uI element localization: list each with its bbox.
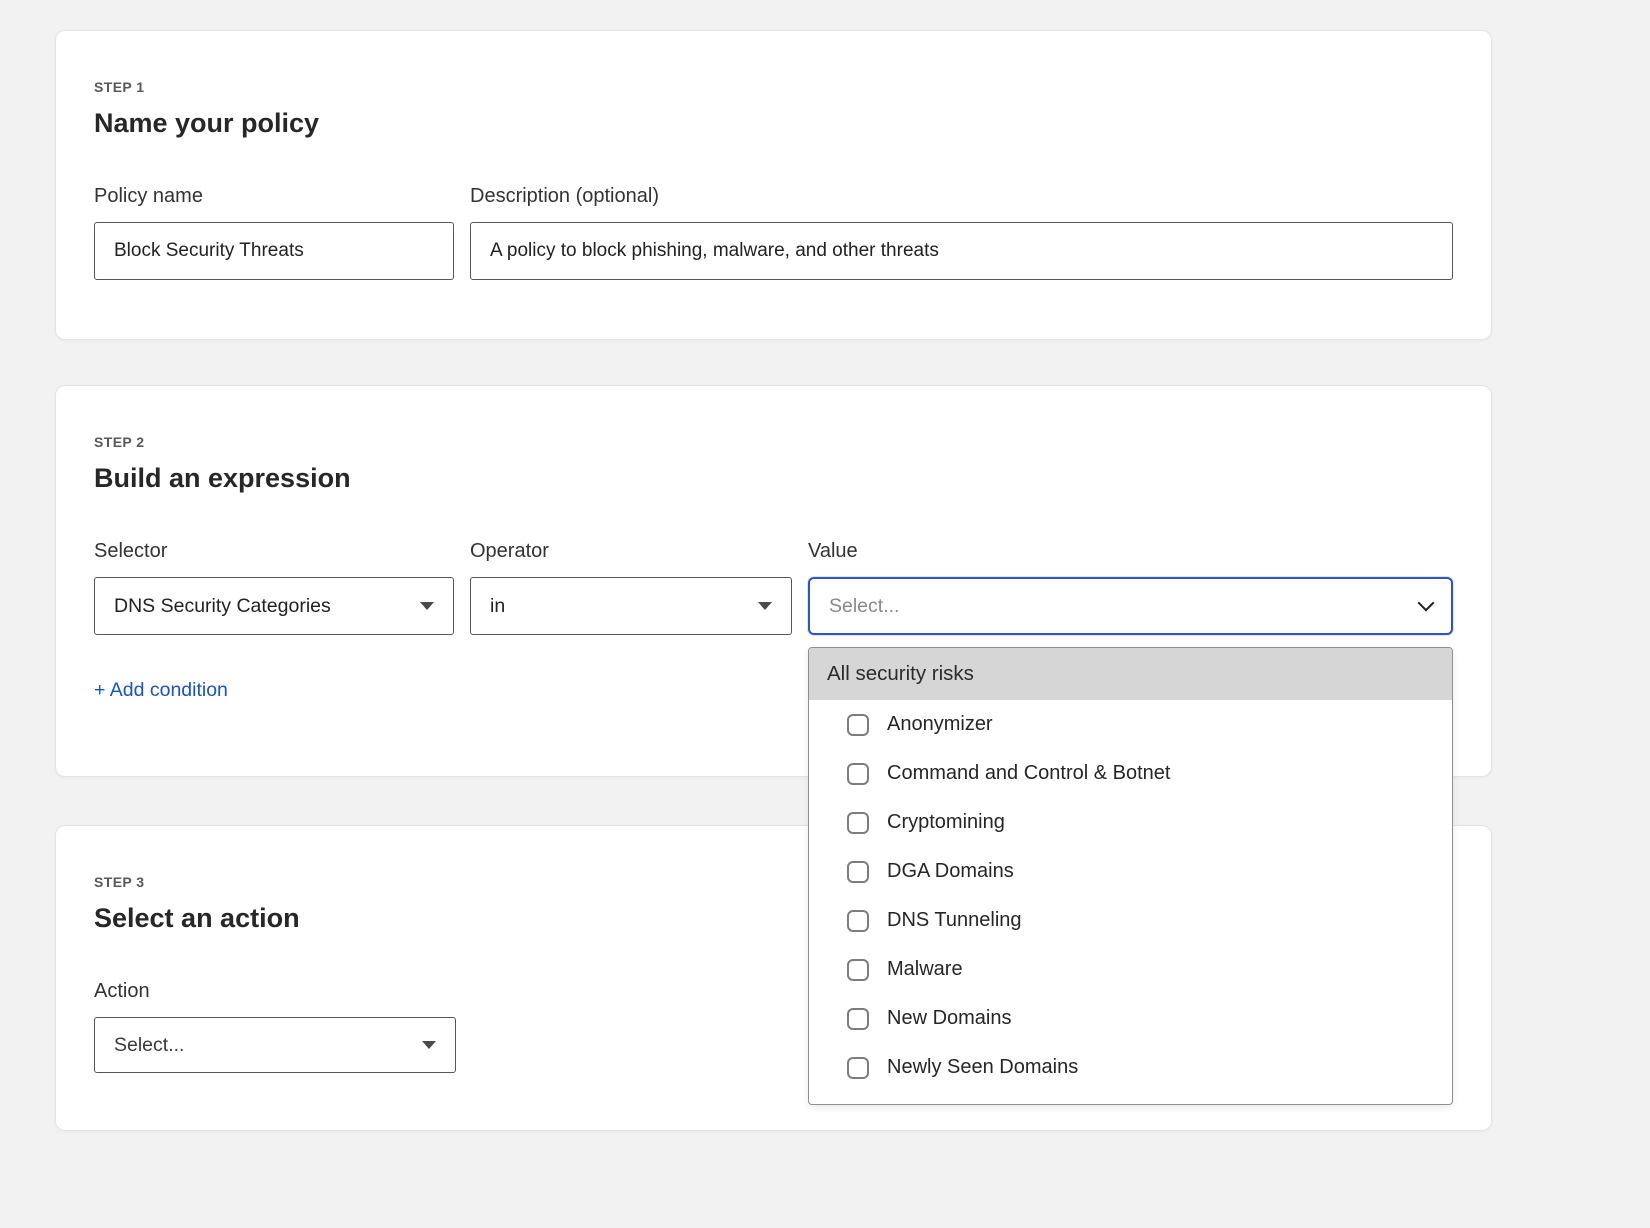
add-condition-link[interactable]: + Add condition xyxy=(94,679,228,702)
caret-down-icon xyxy=(422,1041,436,1049)
chevron-down-icon xyxy=(1418,594,1435,611)
operator-dropdown[interactable]: in xyxy=(470,577,792,635)
value-label: Value xyxy=(808,540,1453,563)
description-label: Description (optional) xyxy=(470,185,1453,208)
dropdown-option-label: Anonymizer xyxy=(887,713,993,736)
step2-title: Build an expression xyxy=(94,463,1453,494)
value-dropdown[interactable]: Select... xyxy=(808,577,1453,635)
dropdown-option-new-domains[interactable]: New Domains xyxy=(809,994,1452,1043)
checkbox-icon[interactable] xyxy=(847,861,869,883)
dropdown-option-dns-tunneling[interactable]: DNS Tunneling xyxy=(809,896,1452,945)
dropdown-option-label: Newly Seen Domains xyxy=(887,1056,1078,1079)
dropdown-option-newly-seen-domains[interactable]: Newly Seen Domains xyxy=(809,1043,1452,1092)
step2-label: STEP 2 xyxy=(94,434,1453,450)
dropdown-option-label: Malware xyxy=(887,958,963,981)
caret-down-icon xyxy=(758,602,772,610)
dropdown-option-label: Cryptomining xyxy=(887,811,1005,834)
value-dropdown-placeholder: Select... xyxy=(829,595,899,618)
step1-card: STEP 1 Name your policy Policy name Desc… xyxy=(55,30,1492,340)
dropdown-option-label: DNS Tunneling xyxy=(887,909,1022,932)
dropdown-option-label: Command and Control & Botnet xyxy=(887,762,1171,785)
action-label: Action xyxy=(94,980,456,1003)
action-dropdown-placeholder: Select... xyxy=(114,1034,184,1057)
selector-dropdown[interactable]: DNS Security Categories xyxy=(94,577,454,635)
caret-down-icon xyxy=(420,602,434,610)
checkbox-icon[interactable] xyxy=(847,812,869,834)
description-input[interactable] xyxy=(470,222,1453,280)
step1-title: Name your policy xyxy=(94,108,1453,139)
dropdown-option-label: DGA Domains xyxy=(887,860,1014,883)
action-dropdown[interactable]: Select... xyxy=(94,1017,456,1073)
checkbox-icon[interactable] xyxy=(847,763,869,785)
selector-dropdown-value: DNS Security Categories xyxy=(114,595,331,618)
operator-label: Operator xyxy=(470,540,792,563)
checkbox-icon[interactable] xyxy=(847,959,869,981)
dropdown-group-header: All security risks xyxy=(809,648,1452,700)
selector-label: Selector xyxy=(94,540,454,563)
checkbox-icon[interactable] xyxy=(847,910,869,932)
policy-name-label: Policy name xyxy=(94,185,454,208)
dropdown-option-anonymizer[interactable]: Anonymizer xyxy=(809,700,1452,749)
dropdown-option-dga-domains[interactable]: DGA Domains xyxy=(809,847,1452,896)
checkbox-icon[interactable] xyxy=(847,1057,869,1079)
checkbox-icon[interactable] xyxy=(847,1008,869,1030)
step2-card: STEP 2 Build an expression Selector DNS … xyxy=(55,385,1492,777)
checkbox-icon[interactable] xyxy=(847,714,869,736)
step1-label: STEP 1 xyxy=(94,79,1453,95)
policy-name-input[interactable] xyxy=(94,222,454,280)
dropdown-option-cryptomining[interactable]: Cryptomining xyxy=(809,798,1452,847)
operator-dropdown-value: in xyxy=(490,595,505,618)
value-dropdown-panel: All security risks Anonymizer Command an… xyxy=(808,647,1453,1105)
dropdown-option-malware[interactable]: Malware xyxy=(809,945,1452,994)
dropdown-option-command-and-control[interactable]: Command and Control & Botnet xyxy=(809,749,1452,798)
dropdown-option-label: New Domains xyxy=(887,1007,1011,1030)
